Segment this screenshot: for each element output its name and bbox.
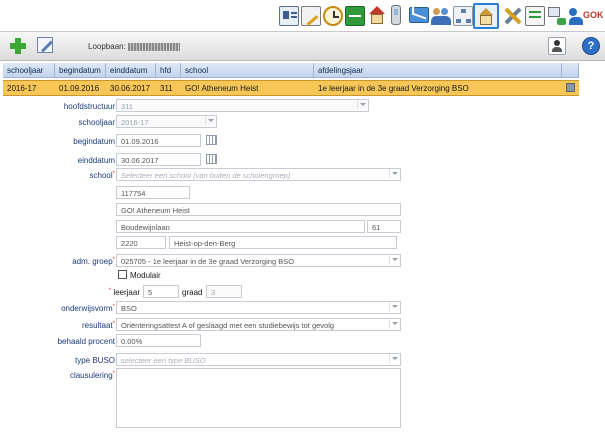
green-panel-icon[interactable]	[345, 6, 365, 26]
col-header-school[interactable]: school	[181, 63, 314, 78]
label-clausulering-text: clausulering	[69, 371, 113, 380]
plus-icon	[10, 38, 26, 54]
person-settings-button[interactable]	[548, 37, 566, 55]
add-button[interactable]	[10, 38, 26, 54]
contact-card-icon[interactable]	[279, 6, 299, 26]
edit-pencil-icon	[37, 37, 54, 53]
behaald-procent-input[interactable]: 0.00%	[116, 334, 201, 347]
top-icon-strip: GOK	[275, 2, 605, 30]
school-name-field[interactable]: GO! Atheneum Heist	[116, 203, 401, 216]
label-resultaat: resultaat*	[82, 321, 115, 330]
label-hoofdstructuur: hoofdstructuur	[63, 102, 115, 111]
col-header-hfd[interactable]: hfd	[156, 63, 181, 78]
label-leerjaar: * leerjaar	[109, 288, 140, 297]
school-dropdown-icon	[389, 169, 400, 178]
house-icon[interactable]	[367, 6, 387, 26]
modulair-label: Modulair	[130, 271, 161, 280]
label-school-text: school	[89, 171, 113, 180]
label-adm-groep: adm. groep*	[72, 257, 115, 266]
help-icon: ?	[587, 40, 595, 52]
required-mark: *	[108, 288, 112, 294]
mail-icon[interactable]	[409, 6, 429, 23]
cell-afdelingsjaar: 1e leerjaar in de 3e graad Verzorging BS…	[318, 84, 469, 93]
loopbaan-label: Loopbaan:	[88, 42, 126, 51]
cell-hfd: 311	[160, 84, 173, 93]
label-onderwijsvorm-text: onderwijsvorm	[61, 304, 113, 313]
hoofdstructuur-select[interactable]: 311	[116, 99, 369, 112]
col-header-einddatum[interactable]: einddatum	[106, 63, 156, 78]
person-settings-icon	[554, 40, 560, 46]
label-adm-groep-text: adm. groep	[72, 257, 113, 266]
phone-icon[interactable]	[391, 5, 401, 25]
school-housenr-field[interactable]: 61	[367, 220, 401, 233]
row-detail-icon[interactable]	[566, 83, 575, 92]
loopbaan-title: Loopbaan:	[88, 42, 181, 51]
required-mark: *	[112, 257, 115, 263]
onderwijsvorm-select[interactable]: BSO	[116, 301, 401, 314]
label-einddatum: einddatum	[77, 156, 115, 165]
required-mark: *	[112, 321, 115, 327]
type-buso-dropdown-icon	[389, 354, 400, 363]
school-select[interactable]: Selecteer een school (van buiten de scho…	[116, 168, 401, 181]
network-icon[interactable]	[547, 6, 567, 26]
col-header-afdelingsjaar[interactable]: afdelingsjaar	[314, 63, 562, 78]
clausulering-textarea[interactable]	[116, 368, 401, 428]
label-onderwijsvorm: onderwijsvorm*	[61, 304, 115, 313]
people-icon[interactable]	[431, 6, 451, 26]
adm-groep-dropdown-icon	[389, 255, 400, 264]
modulair-checkbox[interactable]	[118, 270, 127, 279]
label-begindatum: begindatum	[73, 137, 115, 146]
label-resultaat-text: resultaat	[81, 321, 113, 330]
required-mark: *	[112, 171, 115, 177]
user-logout-icon[interactable]: GOK	[569, 6, 604, 26]
school-city-field[interactable]: Heist-op-den-Berg	[169, 236, 397, 249]
required-mark: *	[112, 371, 115, 377]
school-house-icon[interactable]	[473, 3, 499, 29]
label-behaald-procent: behaald procent	[57, 337, 115, 346]
resultaat-select[interactable]: Oriënteringsattest A of geslaagd met een…	[116, 318, 401, 331]
cell-einddatum: 30.06.2017	[110, 84, 151, 93]
org-chart-icon[interactable]	[453, 6, 473, 26]
required-mark: *	[112, 304, 115, 310]
label-schooljaar: schooljaar	[78, 118, 115, 127]
einddatum-input[interactable]: 30.06.2017	[116, 153, 201, 166]
cell-school: GO! Atheneum Heist	[185, 84, 259, 93]
cell-begindatum: 01.09.2016	[59, 84, 100, 93]
adm-groep-select[interactable]: 025705 - 1e leerjaar in de 3e graad Verz…	[116, 254, 401, 267]
schooljaar-dropdown-icon	[205, 116, 216, 125]
label-leerjaar-text: leerjaar	[113, 288, 140, 297]
einddatum-calendar-icon[interactable]	[206, 154, 217, 164]
tools-icon[interactable]	[503, 6, 523, 26]
loopbaan-value	[128, 42, 181, 51]
col-header-schooljaar[interactable]: schooljaar	[3, 63, 55, 78]
cell-schooljaar: 2016-17	[7, 84, 37, 93]
resultaat-dropdown-icon	[389, 319, 400, 328]
hoofdstructuur-dropdown-icon	[357, 100, 368, 109]
label-type-buso: type BUSO	[74, 356, 115, 365]
school-postcode-field[interactable]: 2220	[116, 236, 166, 249]
graad-input[interactable]: 3	[206, 285, 242, 298]
leerjaar-input[interactable]: 5	[143, 285, 179, 298]
schooljaar-select[interactable]: 2016-17	[116, 115, 217, 128]
onderwijsvorm-dropdown-icon	[389, 302, 400, 311]
col-header-spacer	[562, 63, 579, 78]
label-graad: graad	[182, 288, 203, 297]
begindatum-calendar-icon[interactable]	[206, 135, 217, 145]
report-icon[interactable]	[525, 6, 545, 26]
school-number-field[interactable]: 117754	[116, 186, 190, 199]
school-street-field[interactable]: Boudewijnlaan	[116, 220, 365, 233]
col-header-begindatum[interactable]: begindatum	[55, 63, 106, 78]
label-school: school*	[90, 171, 115, 180]
notepad-icon[interactable]	[301, 6, 321, 26]
label-clausulering: clausulering*	[70, 371, 115, 380]
help-button[interactable]: ?	[582, 37, 600, 55]
edit-button[interactable]	[37, 37, 55, 55]
begindatum-input[interactable]: 01.09.2016	[116, 134, 201, 147]
record-toolbar: Loopbaan: ?	[0, 31, 605, 61]
clock-icon[interactable]	[323, 6, 343, 26]
type-buso-select[interactable]: selecteer een type BUSO	[116, 353, 401, 366]
